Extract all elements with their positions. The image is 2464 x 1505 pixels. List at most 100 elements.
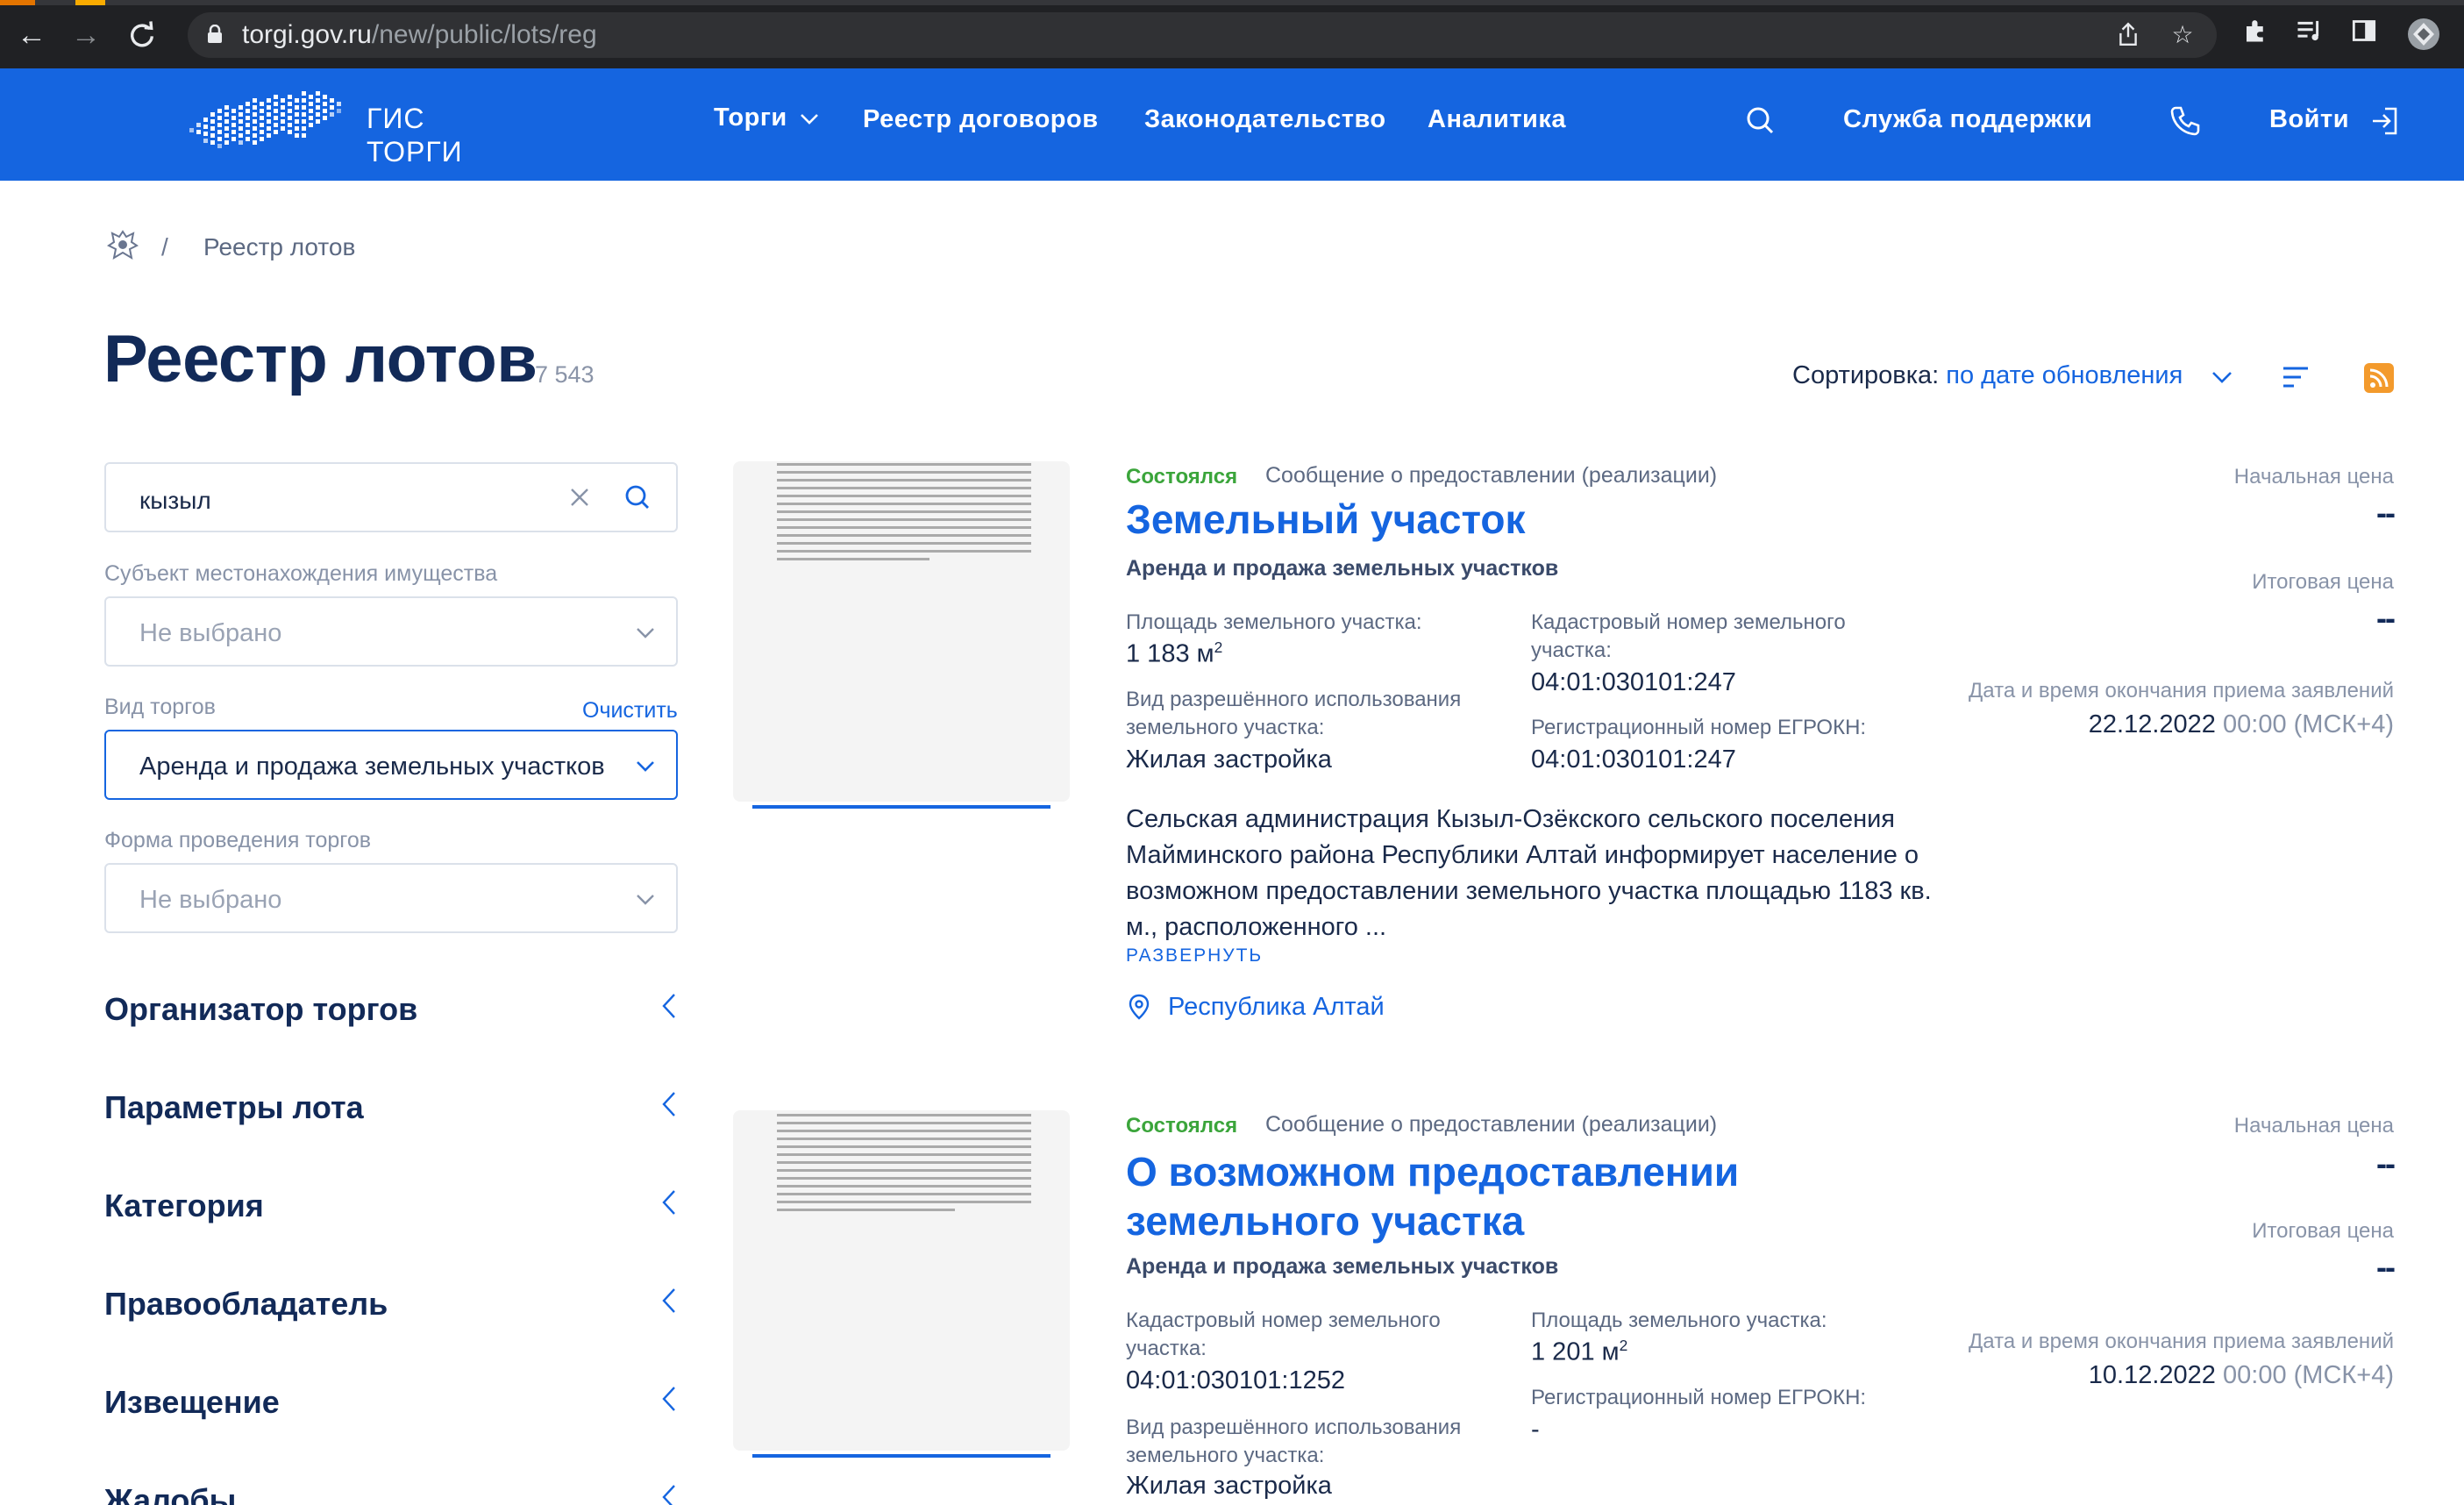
lot-notice-type: Сообщение о предоставлении (реализации) (1265, 463, 1718, 488)
start-price-value: -- (2376, 495, 2396, 531)
search-icon[interactable] (620, 480, 655, 515)
sort-lines-icon[interactable] (2280, 361, 2311, 393)
chevron-down-icon (637, 761, 654, 772)
chevron-down-icon[interactable] (2210, 367, 2234, 388)
area-value: 1 201 м2 (1531, 1337, 1627, 1367)
tab-strip (0, 0, 2464, 5)
subject-select[interactable]: Не выбрано (104, 596, 678, 667)
back-icon[interactable]: ← (12, 16, 51, 54)
login-button[interactable]: Войти (2269, 105, 2349, 134)
lot-document-thumbnail[interactable] (733, 461, 1070, 802)
accordion-notice[interactable]: Извещение (104, 1379, 680, 1428)
lot-auction-type: Аренда и продажа земельных участков (1126, 556, 1559, 581)
nav-torgi[interactable]: Торги (714, 103, 819, 132)
egrokn-value: - (1531, 1416, 1540, 1444)
accordion-complaints-title: Жалобы (104, 1482, 237, 1505)
media-queue-icon[interactable] (2292, 18, 2327, 53)
logo-text: ГИС ТОРГИ (367, 102, 463, 168)
url-host: torgi.gov.ru (242, 20, 372, 49)
reload-icon[interactable] (123, 16, 161, 54)
nav-analytics[interactable]: Аналитика (1428, 105, 1566, 134)
lot-status-badge: Состоялся (1126, 465, 1238, 489)
tab-indicator (0, 0, 35, 5)
lot-document-thumbnail[interactable] (733, 1110, 1070, 1451)
accordion-lot-params-title: Параметры лота (104, 1089, 364, 1125)
clear-auction-type-link[interactable]: Очистить (582, 698, 678, 724)
share-icon[interactable] (2115, 22, 2141, 48)
lot-title-link[interactable]: О возможном предоставлении земельного уч… (1126, 1147, 1739, 1245)
egrokn-value: 04:01:030101:247 (1531, 745, 1736, 774)
final-price-value: -- (2376, 1249, 2396, 1285)
url-text: torgi.gov.ru/new/public/lots/reg (242, 21, 597, 49)
accordion-organizer[interactable]: Организатор торгов (104, 986, 680, 1035)
chevron-left-icon (662, 1387, 675, 1411)
permitted-use-label: Вид разрешённого использования земельног… (1126, 1416, 1462, 1467)
side-panel-icon[interactable] (2346, 18, 2382, 53)
nav-torgi-label: Торги (714, 103, 787, 132)
page-title: Реестр лотов (103, 322, 538, 396)
accordion-lot-params[interactable]: Параметры лота (104, 1084, 680, 1133)
accordion-category[interactable]: Категория (104, 1182, 680, 1231)
profile-avatar-icon[interactable] (2406, 18, 2441, 53)
clear-search-icon[interactable] (562, 480, 597, 515)
deadline-value: 10.12.2022 00:00 (МСК+4) (2089, 1361, 2394, 1390)
egrokn-label: Регистрационный номер ЕГРОКН: (1531, 716, 1867, 739)
deadline-label: Дата и время окончания приема заявлений (1969, 679, 2394, 703)
accordion-rightholder[interactable]: Правообладатель (104, 1280, 680, 1330)
lot-description: Сельская администрация Кызыл-Озёкского с… (1126, 805, 1932, 941)
search-input[interactable]: кызыл (104, 462, 678, 532)
rss-icon[interactable] (2364, 363, 2394, 393)
nav-contracts-registry[interactable]: Реестр договоров (863, 105, 1099, 134)
start-price-value: -- (2376, 1145, 2396, 1181)
breadcrumb-current: Реестр лотов (203, 233, 356, 260)
search-icon[interactable] (1743, 103, 1778, 139)
thumbnail-progress-bar (752, 805, 1050, 809)
deadline-label: Дата и время окончания приема заявлений (1969, 1330, 2394, 1353)
auction-type-select[interactable]: Аренда и продажа земельных участков (104, 730, 678, 800)
bookmark-star-icon[interactable]: ☆ (2169, 22, 2196, 48)
accordion-organizer-title: Организатор торгов (104, 991, 418, 1027)
russia-map-icon (189, 91, 341, 148)
form-select[interactable]: Не выбрано (104, 863, 678, 933)
thumbnail-progress-bar (752, 1454, 1050, 1458)
area-unit-sup: 2 (1214, 638, 1223, 656)
gis-torgi-logo[interactable]: ГИС ТОРГИ (182, 81, 472, 168)
sort-label: Сортировка: (1792, 361, 1940, 389)
deadline-date: 10.12.2022 (2088, 1361, 2216, 1389)
lot-status-badge: Состоялся (1126, 1114, 1238, 1138)
permitted-use-value: Жилая застройка (1126, 745, 1332, 774)
lot-title-link[interactable]: Земельный участок (1126, 495, 1526, 544)
logo-line-1: ГИС (367, 103, 425, 134)
chevron-left-icon (662, 1190, 675, 1215)
extensions-icon[interactable] (2238, 18, 2273, 53)
tab-indicator (75, 0, 105, 5)
deadline-time: 00:00 (МСК+4) (2223, 710, 2394, 738)
forward-icon[interactable]: → (67, 16, 105, 54)
egrokn-label: Регистрационный номер ЕГРОКН: (1531, 1386, 1867, 1409)
area-number: 1 201 м (1531, 1337, 1620, 1366)
deadline-date: 22.12.2022 (2088, 710, 2216, 738)
cadastral-label: Кадастровый номер земельного участка: (1531, 610, 1846, 662)
login-icon[interactable] (2368, 103, 2403, 139)
area-label: Площадь земельного участка: (1531, 1309, 1827, 1332)
lock-icon (208, 25, 222, 43)
search-input-value: кызыл (139, 487, 211, 514)
sort-value[interactable]: по дате обновления (1946, 361, 2183, 389)
accordion-complaints[interactable]: Жалобы (104, 1477, 680, 1505)
lot-auction-type: Аренда и продажа земельных участков (1126, 1254, 1559, 1279)
home-emblem-icon[interactable] (103, 226, 142, 265)
permitted-use-label: Вид разрешённого использования земельног… (1126, 688, 1462, 739)
area-label: Площадь земельного участка: (1126, 610, 1422, 634)
address-bar[interactable]: torgi.gov.ru/new/public/lots/reg ☆ (188, 12, 2217, 58)
results-count: 7 543 (535, 361, 595, 388)
logo-line-2: ТОРГИ (367, 136, 463, 168)
sort-control[interactable]: Сортировка: по дате обновления (1792, 361, 2183, 390)
area-number: 1 183 м (1126, 639, 1214, 668)
support-link[interactable]: Служба поддержки (1843, 105, 2092, 134)
lot-region-link[interactable]: Республика Алтай (1168, 993, 1385, 1022)
nav-legislation[interactable]: Законодательство (1144, 105, 1386, 134)
expand-description-link[interactable]: РАЗВЕРНУТЬ (1126, 945, 1263, 966)
location-pin-icon (1129, 994, 1150, 1020)
phone-icon[interactable] (2168, 103, 2203, 139)
chevron-down-icon (801, 114, 819, 125)
